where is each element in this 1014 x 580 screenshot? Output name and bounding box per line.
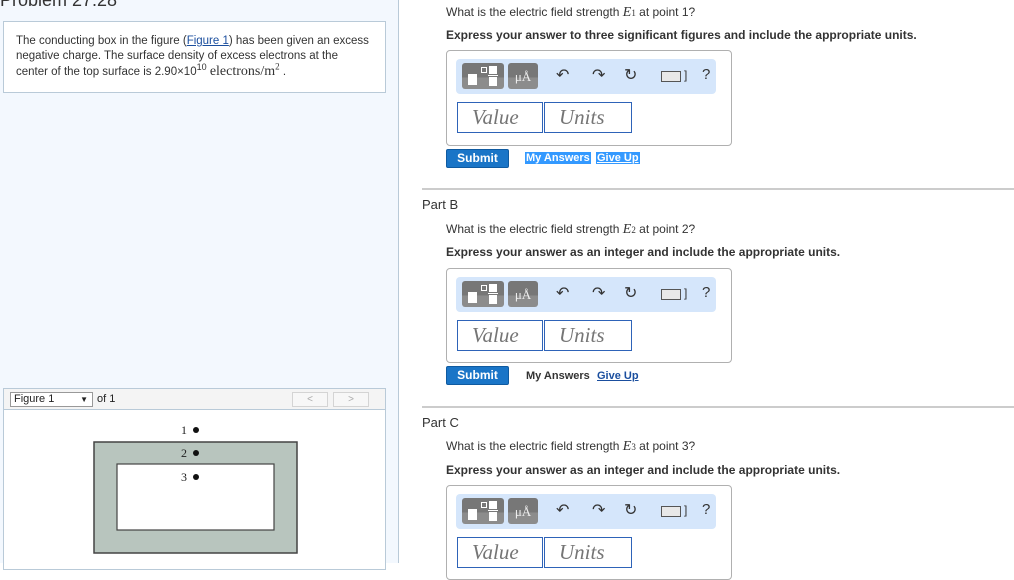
part-c-answer-box: μÅ ↶ ↷ ↻ ] ? <box>446 485 732 580</box>
units-input[interactable] <box>544 320 632 351</box>
redo-icon[interactable]: ↷ <box>592 502 605 520</box>
problem-statement: The conducting box in the figure (Figure… <box>3 21 386 93</box>
previous-figure-button[interactable]: < <box>292 392 328 407</box>
redo-icon[interactable]: ↷ <box>592 67 605 85</box>
part-b-question: What is the electric field strength E2 a… <box>446 222 696 237</box>
units-input[interactable] <box>544 102 632 133</box>
keyboard-shortcut-bracket: ] <box>684 286 688 300</box>
part-b-give-up-link[interactable]: Give Up <box>597 370 639 382</box>
figure-navigation-bar: Figure 1 ▼ of 1 < > <box>3 388 386 410</box>
math-toolbar: μÅ ↶ ↷ ↻ ] ? <box>456 59 716 94</box>
keyboard-icon[interactable] <box>661 71 681 82</box>
point-3-dot <box>193 474 199 480</box>
dropdown-arrow-icon: ▼ <box>80 395 88 404</box>
units-button[interactable]: μÅ <box>508 63 538 89</box>
point-3-label: 3 <box>181 470 187 484</box>
divider <box>422 406 1014 408</box>
value-input[interactable] <box>457 320 543 351</box>
part-a-give-up-link[interactable]: Give Up <box>596 152 640 164</box>
reset-icon[interactable]: ↻ <box>624 67 637 85</box>
keyboard-icon[interactable] <box>661 289 681 300</box>
units-math: electrons/m2 <box>209 61 280 79</box>
part-c-question: What is the electric field strength E3 a… <box>446 439 696 454</box>
help-icon[interactable]: ? <box>702 66 710 83</box>
undo-icon[interactable]: ↶ <box>556 502 569 520</box>
units-button[interactable]: μÅ <box>508 281 538 307</box>
part-a-question: What is the electric field strength E1 a… <box>446 5 696 20</box>
part-b-submit-button[interactable]: Submit <box>446 366 509 385</box>
cavity <box>116 463 275 531</box>
reset-icon[interactable]: ↻ <box>624 502 637 520</box>
keyboard-shortcut-bracket: ] <box>684 503 688 517</box>
templates-icon[interactable] <box>462 63 504 89</box>
figure-count: of 1 <box>97 393 116 405</box>
problem-panel: Problem 27.28 The conducting box in the … <box>0 0 399 570</box>
units-button[interactable]: μÅ <box>508 498 538 524</box>
value-input[interactable] <box>457 102 543 133</box>
part-b-instruction: Express your answer as an integer and in… <box>446 245 841 259</box>
parts-panel: What is the electric field strength E1 a… <box>399 0 1014 580</box>
part-b-label: Part B <box>422 197 459 212</box>
point-2-label: 2 <box>181 446 187 460</box>
math-toolbar: μÅ ↶ ↷ ↻ ] ? <box>456 494 716 529</box>
part-c-instruction: Express your answer as an integer and in… <box>446 463 841 477</box>
units-input[interactable] <box>544 537 632 568</box>
point-1-label: 1 <box>181 423 187 437</box>
part-b-my-answers-link[interactable]: My Answers <box>526 370 590 382</box>
keyboard-icon[interactable] <box>661 506 681 517</box>
point-1: 1 <box>181 423 199 437</box>
figure-link[interactable]: Figure 1 <box>187 35 229 47</box>
divider <box>422 188 1014 190</box>
problem-title: Problem 27.28 <box>0 0 118 10</box>
point-2-dot <box>193 450 199 456</box>
point-1-dot <box>193 427 199 433</box>
statement-text: The conducting box in the figure ( <box>16 35 187 47</box>
keyboard-shortcut-bracket: ] <box>684 68 688 82</box>
exponent: 10 <box>196 62 207 73</box>
conducting-box-figure: 1 2 3 <box>93 423 298 554</box>
reset-icon[interactable]: ↻ <box>624 285 637 303</box>
value-input[interactable] <box>457 537 543 568</box>
redo-icon[interactable]: ↷ <box>592 285 605 303</box>
help-icon[interactable]: ? <box>702 501 710 518</box>
templates-icon[interactable] <box>462 498 504 524</box>
part-a-my-answers-link[interactable]: My Answers <box>525 152 591 164</box>
part-a-instruction: Express your answer to three significant… <box>446 28 917 42</box>
next-figure-button[interactable]: > <box>333 392 369 407</box>
part-a-submit-button[interactable]: Submit <box>446 149 509 168</box>
figure-selector[interactable]: Figure 1 ▼ <box>10 392 93 407</box>
figure-area: 1 2 3 <box>3 410 386 570</box>
part-a-answer-box: μÅ ↶ ↷ ↻ ] ? <box>446 50 732 146</box>
templates-icon[interactable] <box>462 281 504 307</box>
help-icon[interactable]: ? <box>702 284 710 301</box>
math-toolbar: μÅ ↶ ↷ ↻ ] ? <box>456 277 716 312</box>
undo-icon[interactable]: ↶ <box>556 285 569 303</box>
undo-icon[interactable]: ↶ <box>556 67 569 85</box>
part-b-answer-box: μÅ ↶ ↷ ↻ ] ? <box>446 268 732 363</box>
part-c-label: Part C <box>422 415 459 430</box>
